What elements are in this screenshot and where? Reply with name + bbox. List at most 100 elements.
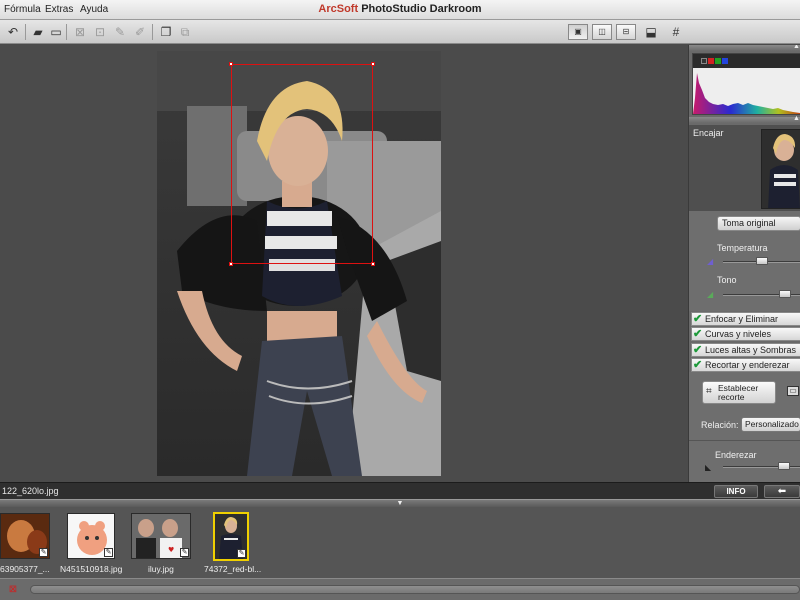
app-product: PhotoStudio Darkroom [361, 3, 482, 15]
undo-icon[interactable]: ↶ [5, 24, 21, 40]
navigator-thumbnail-image [762, 130, 800, 208]
edited-icon: ✎ [180, 548, 189, 557]
crop-rectangle[interactable] [229, 62, 375, 266]
section-sharpen-denoise[interactable]: ✔ Enfocar y Eliminar ruido [691, 312, 800, 336]
section-label: Curvas y niveles [705, 329, 772, 339]
section-highlights-shadows[interactable]: ✔ Luces altas y Sombras [691, 343, 800, 357]
section-label: Recortar y enderezar [705, 360, 790, 370]
histogram-channel-luminance-icon[interactable] [701, 58, 707, 64]
grid-icon[interactable]: # [668, 24, 684, 40]
crop-preset-icon[interactable]: ▭ [787, 386, 799, 396]
ratio-select[interactable]: Personalizado [741, 417, 800, 432]
image-canvas[interactable] [0, 45, 688, 482]
section-crop-straighten[interactable]: ✔ Recortar y enderezar [691, 358, 800, 372]
toolbar: ↶ ▰ ▭ ⊠ ⊡ ✎ ✐ ❐ ⧉ ▣ ◫ ⊟ ⬓ # [0, 20, 800, 44]
svg-text:♥: ♥ [168, 546, 174, 554]
thumb-label: 74372_red-bl... [204, 564, 262, 574]
straighten-icon[interactable]: ⊡ [92, 24, 108, 40]
crop-handle-top-left[interactable] [229, 62, 233, 66]
menu-formula[interactable]: Fórmula [4, 4, 41, 15]
crop-handle-top-right[interactable] [371, 62, 375, 66]
section-label: Luces altas y Sombras [705, 345, 797, 355]
share-icon[interactable]: ⧉ [177, 24, 193, 40]
red-eye-icon[interactable]: ✎ [112, 24, 128, 40]
horizontal-scrollbar[interactable] [30, 585, 800, 594]
straighten-angle-icon: ◣ [705, 463, 712, 472]
current-filename: 122_620lo.jpg [2, 486, 59, 496]
adjustments-panel: ▲ ▲ Encajar Toma original Temperatura ◢ … [688, 45, 800, 482]
tone-label: Tono [717, 275, 737, 285]
save-icon[interactable]: ▰ [30, 24, 46, 40]
toolbar-divider [25, 24, 26, 40]
filmstrip-splitter[interactable]: ▼ [0, 499, 800, 507]
thumb-label: N451510918.jpg [60, 564, 123, 574]
section-divider [689, 440, 800, 441]
histogram-channel-blue-icon[interactable] [722, 58, 728, 64]
view-compare-alt-icon[interactable]: ⊟ [616, 24, 636, 40]
temperature-icon: ◢ [707, 257, 714, 266]
set-crop-button[interactable]: ⌗ Establecer recorte [702, 381, 776, 404]
collapse-arrow-icon[interactable]: ▲ [793, 45, 800, 50]
straighten-slider-thumb[interactable] [777, 462, 790, 470]
crop-section: ⌗ Establecer recorte ▭ Relación: Persona… [689, 372, 800, 482]
histogram [692, 53, 800, 115]
straighten-label: Enderezar [715, 450, 757, 460]
toolbar-divider [152, 24, 153, 40]
filmstrip-thumb[interactable]: ✎ [67, 513, 115, 559]
check-icon: ✔ [693, 313, 703, 325]
save-as-icon[interactable]: ▭ [48, 24, 64, 40]
preview-section: Encajar [689, 125, 800, 211]
app-brand: ArcSoft [318, 3, 359, 15]
crop-icon[interactable]: ⊠ [72, 24, 88, 40]
histogram-channel-red-icon[interactable] [708, 58, 714, 64]
status-bar: 122_620lo.jpg INFO ⬅ [0, 482, 800, 499]
check-icon: ✔ [693, 344, 703, 356]
temperature-slider-thumb[interactable] [756, 257, 768, 265]
panel-collapse-grip[interactable]: ▲ [689, 115, 800, 123]
temperature-label: Temperatura [717, 243, 768, 253]
edited-icon: ✎ [104, 548, 113, 557]
view-single-icon[interactable]: ▣ [568, 24, 588, 40]
tone-adjust-section: Toma original Temperatura ◢ Tono ◢ [689, 211, 800, 311]
brush-icon[interactable]: ✐ [132, 24, 148, 40]
filmstrip: ✎ 63905377_... ✎ N451510918.jpg ♥ ✎ iluy… [0, 507, 800, 578]
original-shot-preset-button[interactable]: Toma original [717, 216, 800, 231]
section-curves-levels[interactable]: ✔ Curvas y niveles [691, 327, 800, 341]
histogram-channel-green-icon[interactable] [715, 58, 721, 64]
remove-from-tray-icon[interactable]: ⊠ [6, 584, 20, 596]
fit-label[interactable]: Encajar [693, 128, 724, 138]
info-button[interactable]: INFO [714, 485, 758, 498]
edited-icon: ✎ [39, 548, 48, 557]
check-icon: ✔ [693, 328, 703, 340]
filmstrip-thumb[interactable]: ✎ [0, 513, 50, 559]
thumb-label: iluy.jpg [148, 564, 174, 574]
duplicate-icon[interactable]: ❐ [158, 24, 174, 40]
back-arrow-icon[interactable]: ⬅ [764, 485, 800, 498]
crop-handle-bottom-right[interactable] [371, 262, 375, 266]
crop-handle-bottom-left[interactable] [229, 262, 233, 266]
edited-icon: ✎ [237, 549, 246, 558]
ratio-label: Relación: [701, 420, 739, 430]
menu-ayuda[interactable]: Ayuda [80, 4, 108, 15]
histogram-header [693, 54, 800, 68]
collapse-arrow-icon[interactable]: ▲ [793, 115, 800, 122]
histogram-graph [693, 73, 800, 114]
toolbar-divider [66, 24, 67, 40]
check-icon: ✔ [693, 359, 703, 371]
set-crop-label: Establecer recorte [718, 383, 759, 402]
menu-bar: Fórmula Extras Ayuda ArcSoft PhotoStudio… [0, 0, 800, 20]
tone-slider-thumb[interactable] [779, 290, 792, 298]
app-title: ArcSoft PhotoStudio Darkroom [0, 3, 800, 15]
tone-icon: ◢ [707, 290, 714, 299]
crop-tool-icon: ⌗ [706, 386, 712, 397]
main-photo[interactable] [157, 51, 441, 476]
filmstrip-scroll-bar: ⊠ [0, 578, 800, 600]
filmstrip-thumb[interactable]: ♥ ✎ [131, 513, 191, 559]
panel-collapse-grip[interactable]: ▲ [689, 45, 800, 51]
menu-extras[interactable]: Extras [45, 4, 73, 15]
stamp-icon[interactable]: ⬓ [643, 24, 659, 40]
filmstrip-thumb-selected[interactable]: ✎ [213, 512, 249, 561]
thumb-label: 63905377_... [0, 564, 50, 574]
view-compare-icon[interactable]: ◫ [592, 24, 612, 40]
navigator-thumbnail[interactable] [761, 129, 800, 209]
